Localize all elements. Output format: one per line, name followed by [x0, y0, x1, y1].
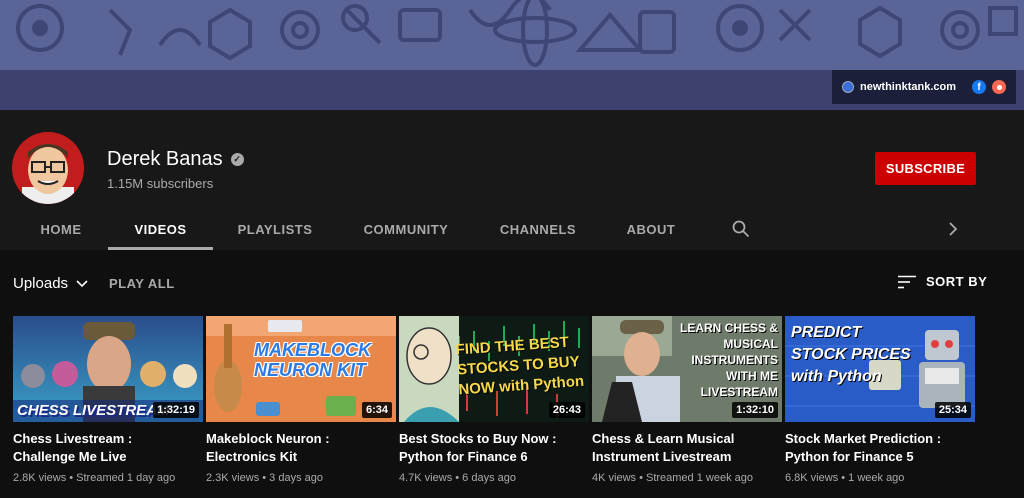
video-meta: 6.8K views • 1 week ago — [785, 472, 905, 484]
video-card[interactable]: FIND THE BEST STOCKS TO BUY NOW with Pyt… — [399, 316, 589, 484]
channel-name-text: Derek Banas — [107, 148, 223, 170]
subscriber-count: 1.15M subscribers — [107, 176, 214, 191]
tab-videos[interactable]: VIDEOS — [108, 208, 213, 250]
play-all-button[interactable]: PLAY ALL — [109, 276, 175, 291]
facebook-icon[interactable]: f — [972, 80, 986, 94]
videos-section: Uploads PLAY ALL SORT BY CHESS LIVESTREA… — [0, 250, 1024, 498]
thumbnail-text: CHESS LIVESTREAM — [17, 402, 170, 419]
thumbnail-text: MAKEBLOCK NEURON KIT — [254, 340, 371, 380]
uploads-label: Uploads — [13, 275, 69, 292]
video-thumbnail[interactable]: PREDICT STOCK PRICES with Python 25:34 — [785, 316, 975, 422]
channel-tabs: HOME VIDEOS PLAYLISTS COMMUNITY CHANNELS… — [0, 208, 1024, 250]
tab-community[interactable]: COMMUNITY — [352, 208, 460, 250]
globe-icon — [842, 81, 855, 93]
sort-by-label: SORT BY — [926, 274, 988, 289]
patreon-icon[interactable] — [992, 80, 1006, 94]
thumbnail-text: PREDICT STOCK PRICES with Python — [791, 324, 911, 385]
channel-header: Derek Banas ✓ 1.15M subscribers SUBSCRIB… — [0, 110, 1024, 250]
video-title[interactable]: Stock Market Prediction : Python for Fin… — [785, 430, 975, 466]
video-card[interactable]: MAKEBLOCK NEURON KIT 6:34 Makeblock Neur… — [206, 316, 396, 484]
video-meta: 2.3K views • 3 days ago — [206, 472, 323, 484]
banner-pattern — [16, 0, 1018, 67]
video-title[interactable]: Chess & Learn Musical Instrument Livestr… — [592, 430, 782, 466]
video-duration: 25:34 — [934, 402, 971, 418]
search-icon[interactable] — [732, 220, 750, 238]
video-duration: 1:32:10 — [732, 402, 778, 418]
video-meta: 2.8K views • Streamed 1 day ago — [13, 472, 176, 484]
video-title[interactable]: Best Stocks to Buy Now : Python for Fina… — [399, 430, 589, 466]
chevron-down-icon — [76, 279, 88, 287]
thumbnail-text: LEARN CHESS & MUSICAL INSTRUMENTS WITH M… — [679, 321, 778, 399]
uploads-dropdown[interactable]: Uploads — [13, 275, 88, 292]
thumbnail-text: FIND THE BEST STOCKS TO BUY NOW with Pyt… — [455, 333, 585, 399]
channel-banner — [0, 0, 1024, 70]
video-thumbnail[interactable]: MAKEBLOCK NEURON KIT 6:34 — [206, 316, 396, 422]
sort-icon — [898, 275, 916, 288]
chevron-right-icon[interactable] — [946, 221, 960, 237]
tab-channels[interactable]: CHANNELS — [490, 208, 586, 250]
video-thumbnail[interactable]: FIND THE BEST STOCKS TO BUY NOW with Pyt… — [399, 316, 589, 422]
channel-name: Derek Banas ✓ — [107, 148, 244, 171]
video-meta: 4.7K views • 6 days ago — [399, 472, 516, 484]
video-meta: 4K views • Streamed 1 week ago — [592, 472, 753, 484]
tab-home[interactable]: HOME — [28, 208, 94, 250]
video-title[interactable]: Makeblock Neuron : Electronics Kit — [206, 430, 396, 466]
banner-links: newthinktank.com f — [832, 70, 1016, 104]
tab-about[interactable]: ABOUT — [616, 208, 686, 250]
video-duration: 26:43 — [548, 402, 585, 418]
video-title[interactable]: Chess Livestream : Challenge Me Live — [13, 430, 203, 466]
video-duration: 1:32:19 — [153, 402, 199, 418]
video-card[interactable]: CHESS LIVESTREAM 1:32:19 Chess Livestrea… — [13, 316, 203, 484]
website-link[interactable]: newthinktank.com — [860, 81, 956, 93]
verified-badge-icon: ✓ — [230, 153, 244, 166]
video-card[interactable]: LEARN CHESS & MUSICAL INSTRUMENTS WITH M… — [592, 316, 782, 484]
avatar-cartoon-icon — [12, 132, 84, 204]
video-duration: 6:34 — [361, 402, 392, 418]
sort-by-button[interactable]: SORT BY — [898, 274, 987, 289]
subscribe-button[interactable]: SUBSCRIBE — [875, 152, 976, 185]
video-thumbnail[interactable]: CHESS LIVESTREAM 1:32:19 — [13, 316, 203, 422]
video-thumbnail[interactable]: LEARN CHESS & MUSICAL INSTRUMENTS WITH M… — [592, 316, 782, 422]
avatar[interactable] — [12, 132, 84, 204]
tab-playlists[interactable]: PLAYLISTS — [228, 208, 322, 250]
video-card[interactable]: PREDICT STOCK PRICES with Python 25:34 S… — [785, 316, 975, 484]
